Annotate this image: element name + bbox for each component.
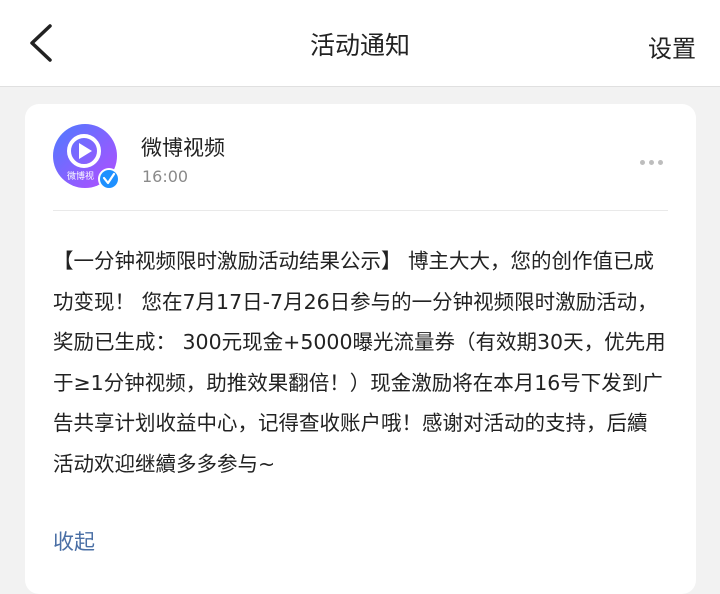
avatar-logo-text: 微博视	[67, 170, 94, 182]
page-title: 活动通知	[309, 31, 410, 60]
notification-card: 微博视 微博视频 16:00 【一分钟视频限时激励活动结果公示】 博主大大，您的…	[25, 104, 696, 594]
settings-button[interactable]: 设置	[648, 29, 696, 64]
top-bar: 活动通知 设置	[0, 0, 720, 87]
collapse-link[interactable]: 收起	[53, 526, 95, 556]
more-options-icon[interactable]	[640, 150, 670, 165]
post-time: 16:00	[142, 167, 189, 186]
author-name[interactable]: 微博视频	[141, 132, 225, 162]
avatar[interactable]: 微博视	[53, 124, 121, 192]
back-arrow-icon[interactable]	[22, 20, 62, 66]
post-content: 【一分钟视频限时激励活动结果公示】 博主大大，您的创作值已成功变现！ 您在7月1…	[53, 249, 666, 476]
divider	[53, 210, 668, 211]
